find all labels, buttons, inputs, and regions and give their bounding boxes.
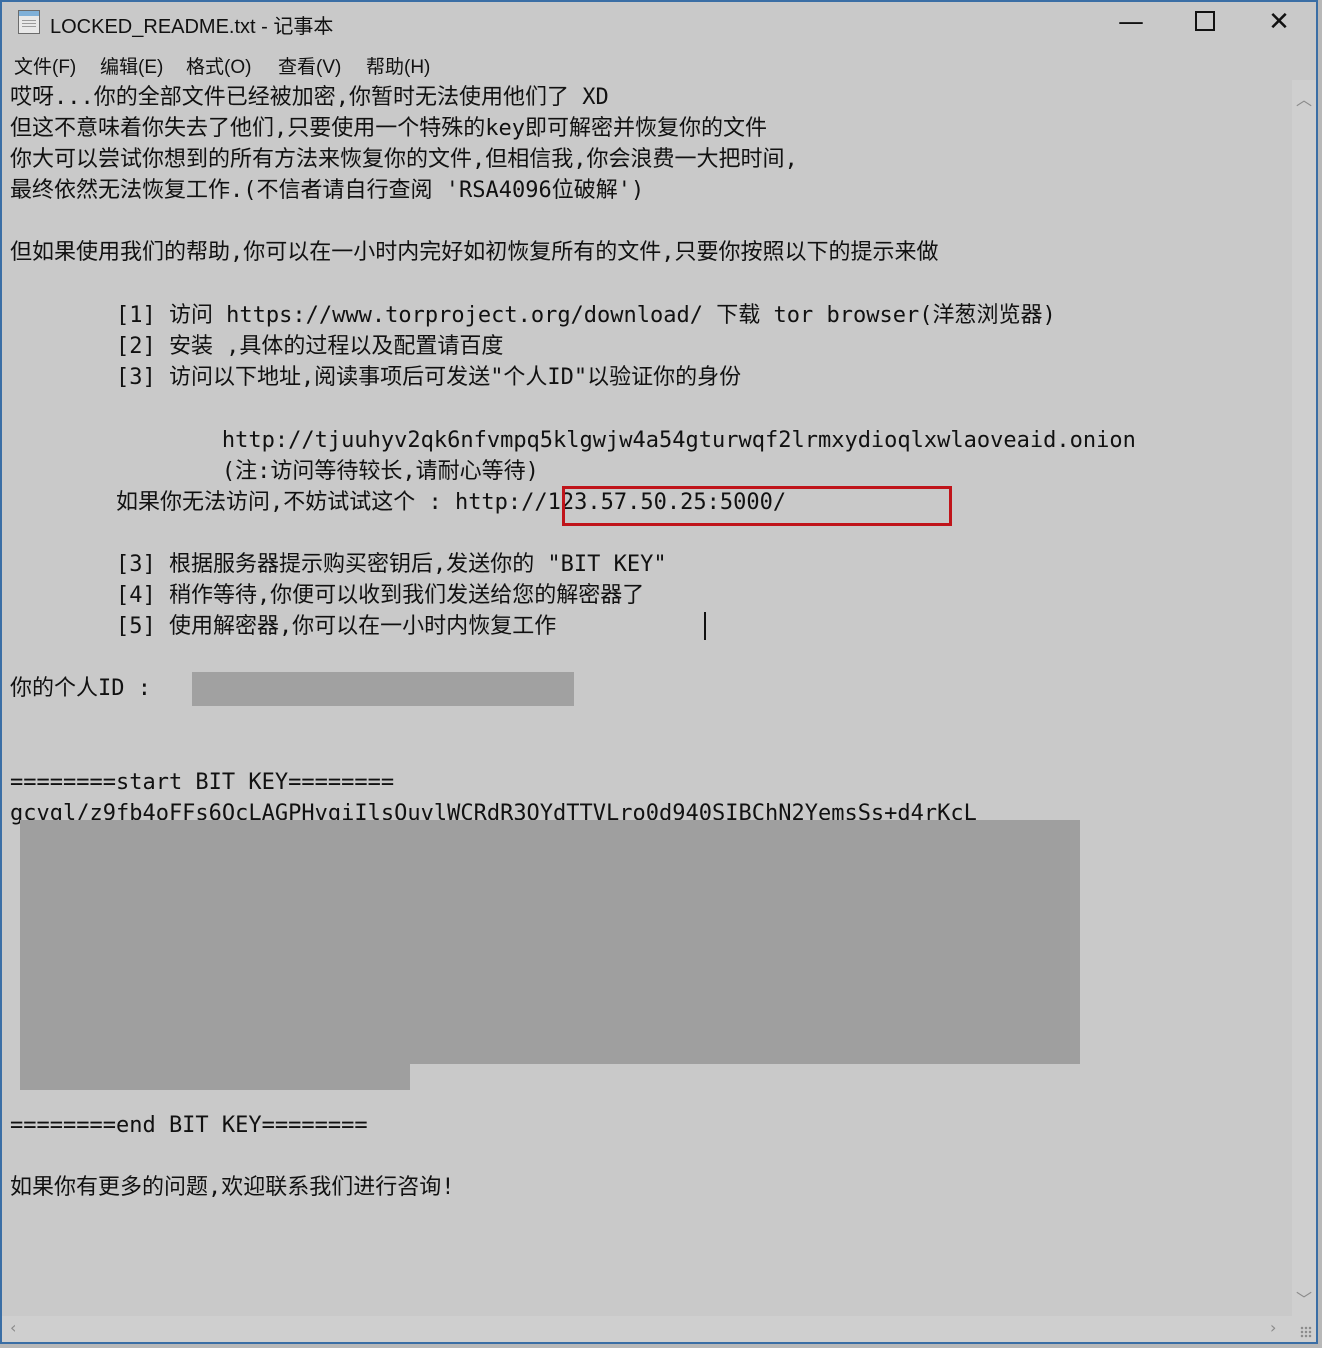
text-line: [1] 访问 https://www.torproject.org/downlo… — [10, 303, 1056, 328]
personal-id-label: 你的个人ID : — [10, 676, 151, 701]
text-line: [4] 稍作等待,你便可以收到我们发送给您的解密器了 — [10, 583, 645, 608]
menu-edit[interactable]: 编辑(E) — [100, 52, 163, 79]
resize-grip-icon[interactable] — [1292, 1316, 1316, 1342]
window-title: LOCKED_README.txt - 记事本 — [50, 16, 334, 38]
redacted-bit-key — [20, 820, 1080, 1064]
title-bar[interactable]: LOCKED_README.txt - 记事本 — ✕ — [2, 2, 1316, 44]
menu-format[interactable]: 格式(O) — [186, 52, 251, 79]
text-caret — [704, 612, 706, 640]
maximize-button[interactable] — [1168, 2, 1242, 44]
close-button[interactable]: ✕ — [1242, 2, 1316, 44]
bit-key-end: ========end BIT KEY======== — [10, 1113, 368, 1138]
text-line: [5] 使用解密器,你可以在一小时内恢复工作 — [10, 614, 557, 639]
text-line: 但如果使用我们的帮助,你可以在一小时内完好如初恢复所有的文件,只要你按照以下的提… — [10, 240, 939, 265]
vertical-scrollbar[interactable]: ︿ ﹀ — [1292, 80, 1316, 1316]
menu-bar: 文件(F) 编辑(E) 格式(O) 查看(V) 帮助(H) — [2, 48, 1316, 78]
url-highlight-box — [562, 486, 952, 526]
maximize-icon — [1195, 10, 1215, 31]
menu-help[interactable]: 帮助(H) — [366, 52, 430, 79]
scroll-down-icon[interactable]: ﹀ — [1292, 1286, 1316, 1310]
minimize-button[interactable]: — — [1094, 2, 1168, 44]
text-line: 但这不意味着你失去了他们,只要使用一个特殊的key即可解密并恢复你的文件 — [10, 116, 767, 141]
scroll-right-icon[interactable]: › — [1270, 1318, 1276, 1337]
notepad-window: LOCKED_README.txt - 记事本 — ✕ 文件(F) 编辑(E) … — [0, 0, 1318, 1344]
text-line: [2] 安装 ,具体的过程以及配置请百度 — [10, 334, 504, 359]
text-line: 如果你有更多的问题,欢迎联系我们进行咨询! — [10, 1175, 455, 1200]
menu-view[interactable]: 查看(V) — [278, 52, 341, 79]
text-line: 最终依然无法恢复工作.(不信者请自行查阅 'RSA4096位破解') — [10, 178, 645, 203]
redacted-bit-key-tail — [20, 1064, 410, 1090]
menu-file[interactable]: 文件(F) — [14, 52, 76, 79]
text-line: 你大可以尝试你想到的所有方法来恢复你的文件,但相信我,你会浪费一大把时间, — [10, 147, 798, 172]
redacted-personal-id — [192, 672, 574, 706]
scroll-up-icon[interactable]: ︿ — [1292, 86, 1316, 110]
notepad-icon — [18, 10, 40, 34]
horizontal-scrollbar[interactable]: ‹ › — [2, 1316, 1292, 1342]
scroll-left-icon[interactable]: ‹ — [10, 1318, 16, 1337]
text-line: 哎呀...你的全部文件已经被加密,你暂时无法使用他们了 XD — [10, 85, 609, 110]
text-editor[interactable]: 哎呀...你的全部文件已经被加密,你暂时无法使用他们了 XD 但这不意味着你失去… — [2, 80, 1292, 1316]
text-line: (注:访问等待较长,请耐心等待) — [10, 459, 539, 484]
bit-key-start: ========start BIT KEY======== — [10, 770, 395, 795]
text-line: [3] 根据服务器提示购买密钥后,发送你的 "BIT KEY" — [10, 552, 667, 577]
text-line: [3] 访问以下地址,阅读事项后可发送"个人ID"以验证你的身份 — [10, 365, 742, 390]
onion-url-line: http://tjuuhyv2qk6nfvmpq5klgwjw4a54gturw… — [10, 428, 1136, 453]
